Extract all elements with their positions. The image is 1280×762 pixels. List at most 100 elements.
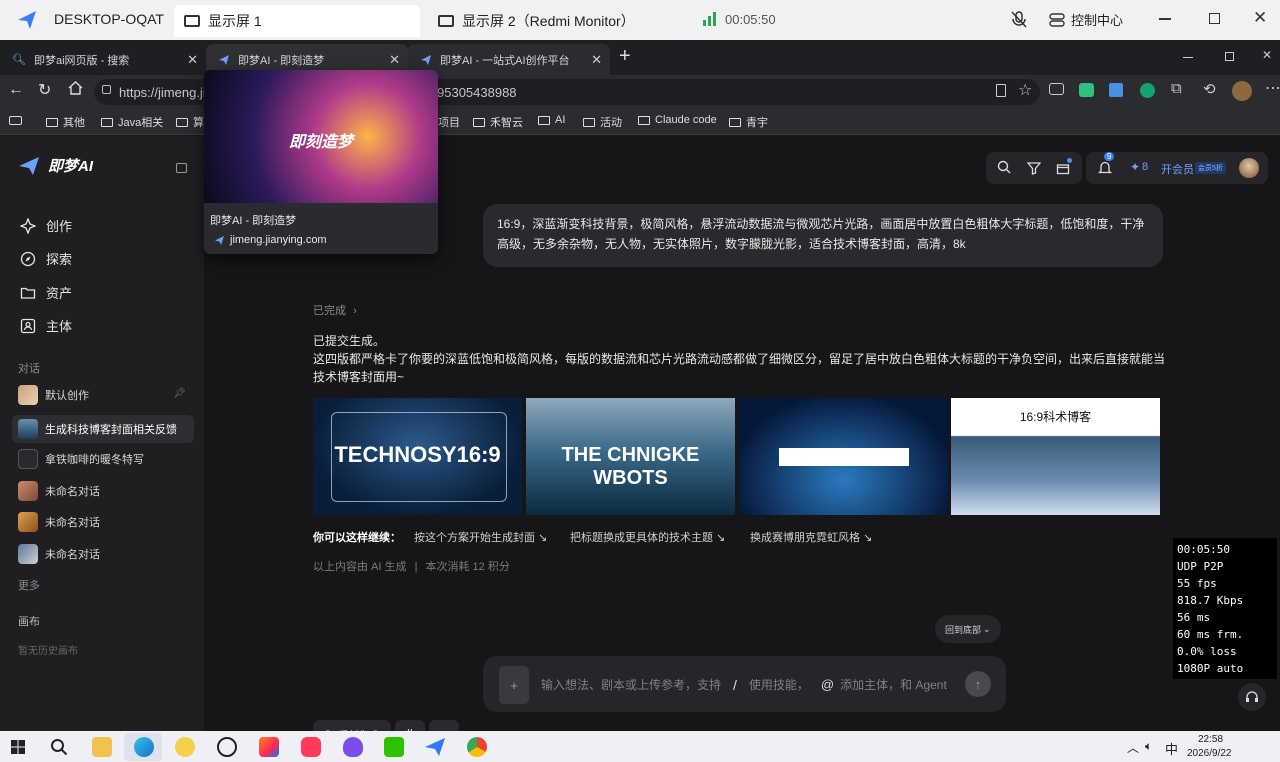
generated-image-3[interactable]	[739, 398, 948, 515]
extension-green-icon[interactable]	[1079, 83, 1094, 97]
wechat-icon[interactable]	[384, 737, 404, 757]
back-icon[interactable]: ←	[8, 81, 24, 99]
chatgpt-icon[interactable]	[217, 737, 237, 757]
windows-start-icon[interactable]	[11, 740, 25, 759]
maximize-button[interactable]	[1209, 13, 1220, 24]
suggestion-3[interactable]: 换成赛博朋克霓虹风格 ↘	[750, 529, 872, 545]
vip-button[interactable]: 开会员	[1161, 161, 1194, 177]
bookmark-folder[interactable]: 禾智云	[473, 114, 523, 130]
bookmark-folder[interactable]: Claude code	[638, 114, 717, 126]
jimeng-taskbar-icon[interactable]	[424, 737, 446, 762]
conversation-item[interactable]: 拿铁咖啡的暖冬特写	[18, 447, 194, 471]
mic-muted-icon[interactable]	[1011, 11, 1027, 34]
back-to-bottom-button[interactable]: 回到底部 ⌄	[935, 615, 1001, 643]
suggestion-2[interactable]: 把标题换成更具体的技术主题 ↘	[570, 529, 725, 545]
extension-vr-icon[interactable]	[1049, 83, 1064, 95]
control-center-button[interactable]: 控制中心	[1049, 10, 1123, 29]
conversation-title: 拿铁咖啡的暖冬特写	[45, 454, 144, 466]
browser-menu-icon[interactable]: ⋯	[1265, 78, 1280, 98]
browser-tab-jimeng-platform[interactable]: 即梦AI - 一站式AI创作平台 ✕	[408, 44, 610, 75]
search-icon[interactable]	[997, 160, 1011, 179]
nav-explore[interactable]: 探索	[20, 249, 72, 268]
control-center-label: 控制中心	[1071, 13, 1124, 28]
filter-icon[interactable]	[1026, 161, 1042, 180]
tab-display-1[interactable]: 显示屏 1	[174, 5, 420, 37]
edge-browser-icon[interactable]	[134, 737, 154, 757]
jimeng-logo[interactable]: 即梦AI	[18, 155, 93, 176]
reading-mode-icon[interactable]	[996, 84, 1006, 97]
bookmark-folder[interactable]: 算	[176, 114, 204, 130]
conversation-item[interactable]: 默认创作 📌︎	[18, 383, 194, 407]
extension-puzzle-colored-icon[interactable]	[1109, 83, 1123, 97]
red-app-icon[interactable]	[301, 737, 321, 757]
favorite-star-icon[interactable]: ☆	[1018, 80, 1032, 100]
nav-subject[interactable]: 主体	[20, 316, 72, 335]
clock-date[interactable]: 2026/9/22	[1187, 748, 1232, 759]
bookmark-folder[interactable]: 项目	[438, 114, 460, 130]
bookmark-folder[interactable]: Java相关	[101, 114, 163, 130]
minimize-button[interactable]	[1159, 18, 1171, 20]
conversation-item[interactable]: 未命名对话	[18, 479, 194, 503]
bell-icon[interactable]: 9	[1097, 152, 1115, 180]
extension-circle-icon[interactable]	[1140, 83, 1155, 98]
conversation-item[interactable]: 未命名对话	[18, 510, 194, 534]
extensions-puzzle-icon[interactable]: ⧉	[1171, 80, 1182, 97]
url-text-start: https://jimeng.jia	[119, 84, 213, 100]
generated-image-2[interactable]: THE CHNIGKE WBOTS	[526, 398, 735, 515]
nav-assets[interactable]: 资产	[20, 283, 72, 302]
nav-label: 探索	[46, 252, 73, 267]
send-button[interactable]: ↑	[965, 671, 991, 697]
purple-crystal-icon[interactable]	[343, 737, 363, 757]
pin-icon[interactable]: 📌︎	[173, 388, 186, 399]
bookmark-folder[interactable]: AI	[538, 114, 565, 126]
close-tab-icon[interactable]: ✕	[591, 52, 602, 68]
generated-image-4[interactable]: 16:9科术博客	[951, 398, 1160, 515]
file-explorer-icon[interactable]	[92, 737, 112, 757]
folder-icon	[20, 287, 36, 299]
bookmark-folder[interactable]: 活动	[583, 114, 622, 130]
history-icon[interactable]: ⟲	[1203, 80, 1216, 98]
continue-label: 你可以这样继续：	[313, 532, 401, 544]
box-icon[interactable]	[1056, 158, 1072, 180]
profile-avatar[interactable]	[1232, 81, 1252, 101]
collapse-sidebar-icon[interactable]	[176, 163, 187, 173]
paw-app-icon[interactable]	[175, 737, 195, 757]
speaker-icon[interactable]: 🔈︎	[1145, 739, 1152, 754]
monitor-icon	[184, 15, 200, 27]
status-toggle[interactable]: 已完成 ›	[313, 302, 357, 318]
conversation-item[interactable]: 未命名对话	[18, 542, 194, 566]
conversation-item-active[interactable]: 生成科技博客封面相关反馈	[12, 415, 194, 443]
window-close-icon[interactable]: ✕	[1262, 48, 1272, 62]
new-tab-button[interactable]: +	[619, 45, 631, 68]
ime-indicator[interactable]: 中	[1165, 739, 1178, 758]
folder-icon	[583, 117, 595, 127]
stat-line: 60 ms frm.	[1177, 628, 1244, 641]
home-icon[interactable]	[68, 81, 83, 100]
support-icon[interactable]	[1238, 683, 1266, 711]
user-avatar[interactable]	[1239, 158, 1259, 178]
window-restore-icon[interactable]	[1225, 52, 1234, 61]
close-button[interactable]: ✕	[1253, 8, 1267, 28]
reload-icon[interactable]: ↻	[38, 80, 51, 100]
prompt-input[interactable]: 输入想法、剧本或上传参考，支持 / 使用技能， @ 添加主体，和 Agent	[541, 676, 947, 693]
window-minimize-icon[interactable]	[1183, 57, 1193, 58]
bookmark-label: 项目	[438, 117, 460, 129]
search-icon[interactable]	[50, 738, 68, 761]
section-canvas: 画布	[18, 616, 40, 628]
browser-tab-search[interactable]: 🔍︎ 即梦ai网页版 - 搜索 ✕	[0, 44, 206, 75]
upload-reference-button[interactable]: +	[499, 666, 529, 704]
bookmarks-toggle-icon[interactable]	[9, 116, 22, 125]
nav-create[interactable]: 创作	[20, 216, 72, 235]
bookmark-folder[interactable]: 青宇	[729, 114, 768, 130]
chrome-icon[interactable]	[467, 737, 487, 757]
generated-image-1[interactable]: TECHNOSY16:9	[313, 398, 522, 515]
intellij-icon[interactable]	[259, 737, 279, 757]
tray-chevron-icon[interactable]: ︿	[1127, 739, 1139, 756]
suggestion-1[interactable]: 按这个方案开始生成封面 ↘	[414, 529, 547, 545]
bookmark-folder[interactable]: 其他	[46, 114, 85, 130]
more-link[interactable]: 更多	[18, 577, 40, 593]
tab-display-2[interactable]: 显示屏 2（Redmi Monitor）	[428, 5, 688, 37]
close-tab-icon[interactable]: ✕	[187, 52, 198, 68]
clock-time[interactable]: 22:58	[1198, 734, 1223, 745]
close-tab-icon[interactable]: ✕	[389, 52, 400, 68]
